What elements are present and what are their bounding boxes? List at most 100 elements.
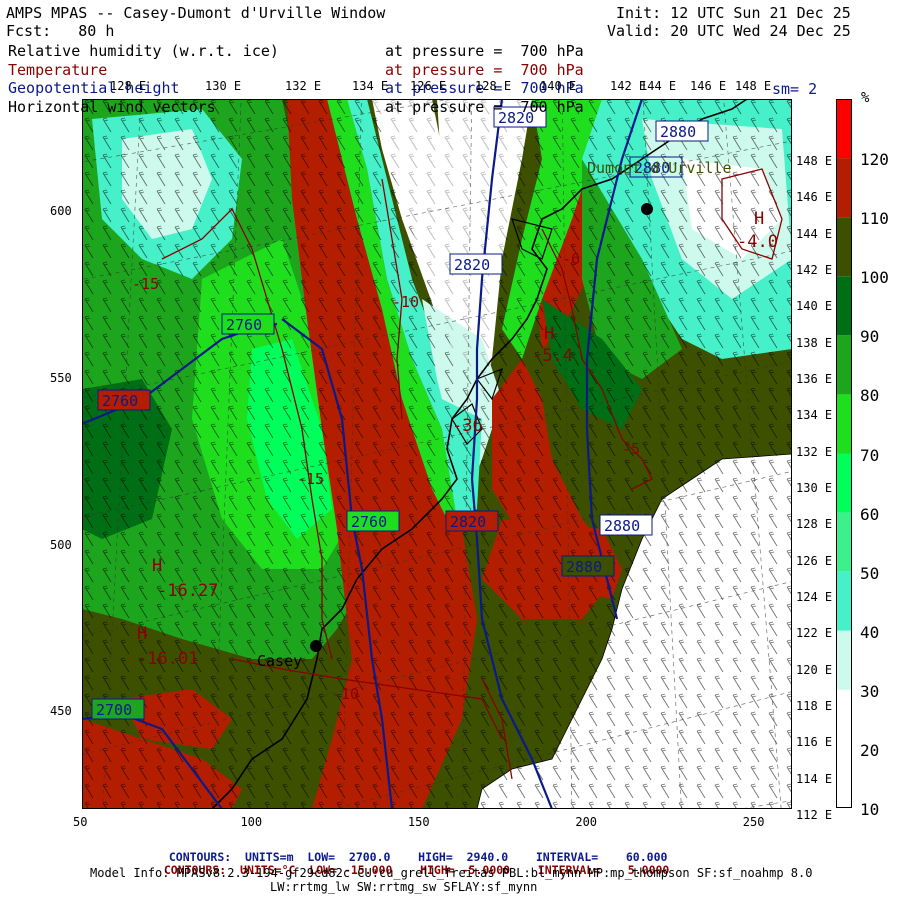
top-lon-label: 134 E xyxy=(352,79,389,93)
temp-label-3: -15 xyxy=(297,470,324,488)
svg-text:Dumont d'Urville: Dumont d'Urville xyxy=(587,159,732,177)
field-temp-name: Temperature xyxy=(8,61,108,79)
colorbar-label: 70 xyxy=(860,445,880,465)
height-label-2880-ne: 2880 xyxy=(655,120,709,142)
temp-label-5: -6 xyxy=(562,250,580,268)
height-label-2760-center: 2760 xyxy=(346,510,400,532)
svg-text:2700: 2700 xyxy=(96,701,132,719)
colorbar-label: 50 xyxy=(860,563,880,583)
colorbar-band xyxy=(836,217,852,277)
colorbar-unit: % xyxy=(861,90,870,106)
right-lon-label: 112 E xyxy=(796,808,833,822)
colorbar-label: 20 xyxy=(860,740,880,760)
colorbar-band xyxy=(836,630,852,690)
right-lon-label: 118 E xyxy=(796,699,833,713)
colorbar-label: 10 xyxy=(860,800,880,819)
svg-text:2880: 2880 xyxy=(566,558,602,576)
colorbar-label: 30 xyxy=(860,681,880,701)
x-tick-label: 100 xyxy=(240,815,263,829)
right-lon-label: 134 E xyxy=(796,408,833,423)
height-label-2820-center: 2820 xyxy=(445,510,499,532)
smoothing-label: sm= 2 xyxy=(772,80,818,98)
right-lon-label: 132 E xyxy=(796,444,833,459)
top-lon-label: 128 E xyxy=(475,79,512,93)
top-lon-label: 148 E xyxy=(735,79,772,93)
colorbar-label: 40 xyxy=(860,622,880,642)
top-lon-label: 126 E xyxy=(410,79,447,93)
colorbar-label: 110 xyxy=(860,209,889,229)
colorbar-band xyxy=(836,276,852,336)
top-lon-label: 146 E xyxy=(690,79,727,93)
x-tick-label: 50 xyxy=(73,815,88,829)
right-lon-label: 142 E xyxy=(796,263,833,277)
low-value-center: -36 xyxy=(452,416,483,436)
right-lon-label: 144 E xyxy=(796,226,833,241)
field-rh-level: at pressure = 700 hPa xyxy=(385,42,584,60)
colorbar-band xyxy=(836,689,852,749)
high-value-east: -5.4 xyxy=(532,346,573,366)
svg-text:2880: 2880 xyxy=(604,517,640,535)
colorbar-band xyxy=(836,512,852,572)
colorbar xyxy=(836,99,852,808)
colorbar-band xyxy=(836,453,852,513)
height-label-2880-south: 2880 xyxy=(561,555,615,577)
colorbar-band xyxy=(836,99,852,159)
top-lon-label: 140 E xyxy=(540,79,577,93)
footer-model-info-2: LW:rrtmg_lw SW:rrtmg_sw SFLAY:sf_mynn xyxy=(270,880,538,894)
right-lon-label: 122 E xyxy=(796,626,833,641)
top-lon-label: 132 E xyxy=(285,79,322,93)
right-lon-label: 114 E xyxy=(796,771,833,786)
colorbar-band xyxy=(836,748,852,808)
right-lon-label: 120 E xyxy=(796,662,833,677)
right-lon-label: 138 E xyxy=(796,335,833,350)
temp-label-2: -10 xyxy=(392,293,419,311)
right-lon-label: 128 E xyxy=(796,517,833,532)
right-lon-label: 116 E xyxy=(796,735,833,750)
x-tick-label: 250 xyxy=(742,815,765,829)
high-value-sw2: -16.01 xyxy=(137,649,198,669)
high-marker-east: H xyxy=(544,324,554,344)
colorbar-label: 100 xyxy=(860,268,889,288)
high-value-sw: -16.27 xyxy=(157,581,218,601)
valid-time: Valid: 20 UTC Wed 24 Dec 25 xyxy=(607,22,851,40)
high-value-ne: -4.0 xyxy=(737,232,778,252)
right-lon-label: 130 E xyxy=(796,481,833,495)
x-tick-label: 200 xyxy=(575,815,598,829)
right-lon-label: 124 E xyxy=(796,590,833,604)
top-lon-label: 130 E xyxy=(205,79,242,93)
right-lon-label: 136 E xyxy=(796,372,833,386)
colorbar-band xyxy=(836,394,852,454)
y-tick-label: 600 xyxy=(50,204,72,219)
top-lon-label: 128 E xyxy=(110,79,147,93)
height-label-2880-se: 2880 xyxy=(599,514,653,536)
right-lon-label: 140 E xyxy=(796,299,833,314)
plot-title: AMPS MPAS -- Casey-Dumont d'Urville Wind… xyxy=(6,4,386,22)
svg-text:2760: 2760 xyxy=(102,392,138,410)
right-lon-label: 146 E xyxy=(796,190,833,205)
colorbar-label: 60 xyxy=(860,504,880,524)
y-tick-label: 450 xyxy=(50,704,72,719)
y-tick-label: 500 xyxy=(50,537,72,552)
field-wind-name: Horizontal wind vectors xyxy=(8,98,216,116)
svg-text:2820: 2820 xyxy=(450,513,486,531)
colorbar-band xyxy=(836,158,852,218)
forecast-hour: Fcst: 80 h xyxy=(6,22,115,40)
field-temp-level: at pressure = 700 hPa xyxy=(385,61,584,79)
right-lon-label: 126 E xyxy=(796,553,833,568)
field-height-name: Geopotential height xyxy=(8,79,180,97)
svg-text:2760: 2760 xyxy=(351,513,387,531)
svg-text:2820: 2820 xyxy=(454,256,490,274)
height-label-2760-west: 2760 xyxy=(221,313,275,335)
temp-label-1: -15 xyxy=(132,275,159,293)
field-rh-name: Relative humidity (w.r.t. ice) xyxy=(8,42,279,60)
height-label-2700-sw: 2700 xyxy=(91,698,145,720)
high-marker-sw: H xyxy=(152,556,162,576)
y-tick-label: 550 xyxy=(50,371,72,385)
height-label-2820-mid: 2820 xyxy=(449,253,503,275)
right-lon-label: 148 E xyxy=(796,154,833,168)
top-lon-label: 144 E xyxy=(640,79,677,93)
high-marker-sw2: H xyxy=(137,624,147,644)
init-time: Init: 12 UTC Sun 21 Dec 25 xyxy=(616,4,851,22)
temp-label-6: -5 xyxy=(622,440,640,458)
temp-label-4: -10 xyxy=(332,685,359,703)
